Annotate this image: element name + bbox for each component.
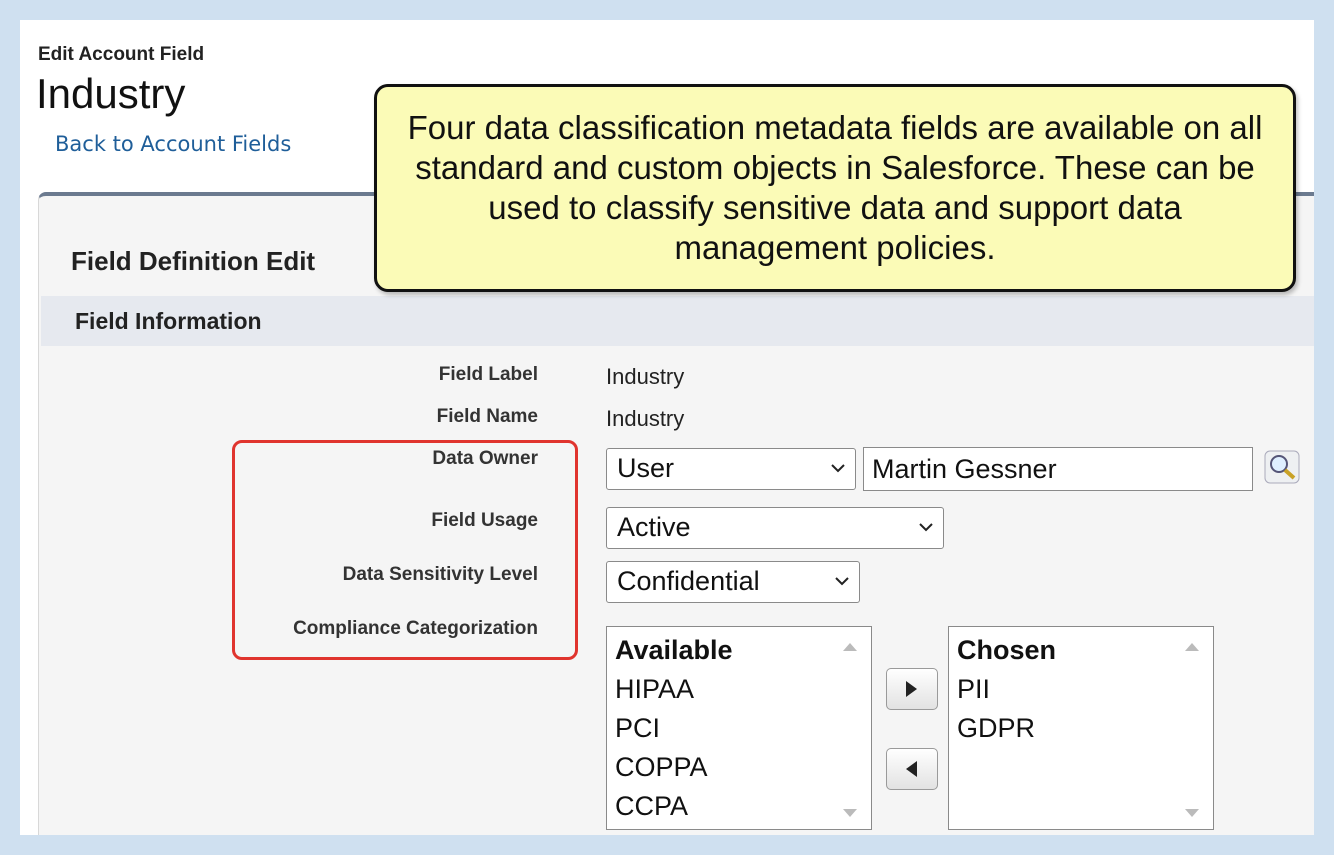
data-owner-type-select[interactable]: User <box>606 448 856 490</box>
field-label-label: Field Label <box>438 364 538 385</box>
available-option[interactable]: COPPA <box>615 748 863 787</box>
data-sensitivity-select[interactable]: Confidential <box>606 561 860 603</box>
field-name-value: Industry <box>606 406 685 431</box>
field-label-value: Industry <box>606 364 685 389</box>
magnifier-lookup-icon[interactable] <box>1264 450 1300 484</box>
chevron-down-icon <box>919 523 933 532</box>
section-title: Field Information <box>75 308 262 334</box>
classification-fields-highlight <box>232 440 578 660</box>
add-to-chosen-button[interactable] <box>886 668 938 710</box>
chosen-option[interactable]: PII <box>957 670 1205 709</box>
available-header: Available <box>615 635 733 665</box>
screenshot-frame: Edit Account Field Industry Back to Acco… <box>20 20 1314 835</box>
callout-text: Four data classification metadata fields… <box>407 109 1263 266</box>
page-title: Industry <box>36 70 186 117</box>
chosen-listbox[interactable]: Chosen PII GDPR <box>948 626 1214 830</box>
data-owner-input[interactable] <box>863 447 1253 491</box>
annotation-callout: Four data classification metadata fields… <box>374 84 1296 292</box>
available-option[interactable]: CCPA <box>615 787 863 826</box>
arrow-right-icon <box>906 681 917 697</box>
field-usage-value: Active <box>617 512 691 542</box>
scroll-down-icon[interactable] <box>843 809 857 817</box>
chevron-down-icon <box>835 577 849 586</box>
scroll-down-icon[interactable] <box>1185 809 1199 817</box>
data-sensitivity-value: Confidential <box>617 566 760 596</box>
scroll-up-icon[interactable] <box>843 643 857 651</box>
chevron-down-icon <box>831 464 845 473</box>
scroll-up-icon[interactable] <box>1185 643 1199 651</box>
data-owner-type-value: User <box>617 453 675 483</box>
available-option[interactable]: HIPAA <box>615 670 863 709</box>
page-subtitle: Edit Account Field <box>38 44 205 65</box>
chosen-header: Chosen <box>957 635 1057 665</box>
available-option[interactable]: PCI <box>615 709 863 748</box>
back-to-account-fields-link[interactable]: Back to Account Fields <box>55 132 291 156</box>
field-name-label: Field Name <box>436 406 538 427</box>
field-usage-select[interactable]: Active <box>606 507 944 549</box>
chosen-option[interactable]: GDPR <box>957 709 1205 748</box>
arrow-left-icon <box>906 761 917 777</box>
available-listbox[interactable]: Available HIPAA PCI COPPA CCPA <box>606 626 872 830</box>
panel-title: Field Definition Edit <box>71 246 316 276</box>
remove-from-chosen-button[interactable] <box>886 748 938 790</box>
